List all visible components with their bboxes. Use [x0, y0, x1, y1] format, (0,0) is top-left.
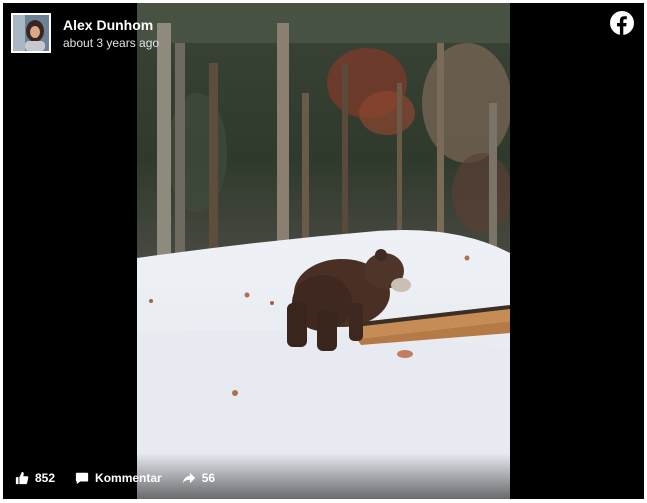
- facebook-icon[interactable]: [610, 11, 634, 35]
- thumbs-up-icon: [15, 471, 29, 485]
- comment-button[interactable]: Kommentar: [75, 471, 162, 485]
- comment-label: Kommentar: [95, 471, 162, 485]
- profile-photo: [13, 15, 49, 51]
- avatar[interactable]: [11, 13, 51, 53]
- author-name[interactable]: Alex Dunhom: [63, 16, 159, 34]
- share-button[interactable]: 56: [182, 471, 215, 485]
- share-count: 56: [201, 471, 216, 485]
- like-count: 852: [35, 471, 56, 485]
- share-arrow-icon: [182, 472, 195, 484]
- post-actions: 852 Kommentar 56: [15, 471, 235, 485]
- video-still-bear-in-snow: [137, 3, 510, 499]
- post-header: Alex Dunhom about 3 years ago: [11, 11, 159, 55]
- post-timestamp[interactable]: about 3 years ago: [63, 35, 159, 51]
- like-button[interactable]: 852: [15, 471, 55, 485]
- comment-icon: [75, 472, 89, 485]
- video-frame[interactable]: [137, 3, 510, 499]
- video-player[interactable]: Alex Dunhom about 3 years ago 852 Kommen…: [3, 3, 644, 499]
